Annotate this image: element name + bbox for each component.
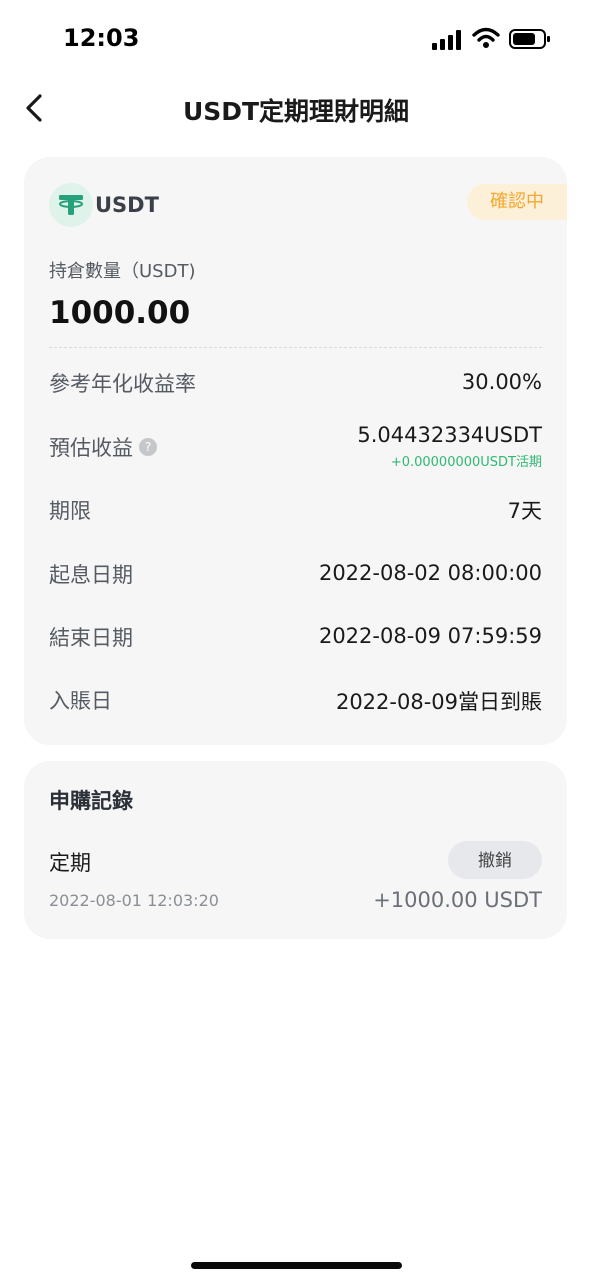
wifi-icon — [472, 27, 500, 48]
record-type: 定期 — [49, 851, 91, 875]
estimated-earnings-text: 預估收益 — [49, 436, 133, 460]
detail-card: USDT 確認中 持倉數量（USDT) 1000.00 參考年化收益率 30.0… — [24, 157, 567, 745]
cancel-button[interactable]: 撤銷 — [448, 841, 542, 879]
end-date-label: 結束日期 — [49, 626, 133, 650]
record-amount: +1000.00 USDT — [373, 888, 542, 912]
start-date-label: 起息日期 — [49, 563, 133, 587]
nav-bar: USDT定期理財明細 — [0, 80, 592, 136]
term-value: 7天 — [507, 499, 542, 523]
settlement-date-label: 入賬日 — [49, 689, 112, 713]
estimated-earnings-label: 預估收益? — [49, 432, 157, 462]
coin-name: USDT — [95, 193, 159, 217]
signal-icon — [432, 30, 461, 50]
holding-label: 持倉數量（USDT) — [49, 261, 196, 282]
status-badge: 確認中 — [467, 184, 567, 220]
status-bar: 12:03 — [0, 0, 592, 80]
annual-yield-label: 參考年化收益率 — [49, 372, 196, 396]
record-time: 2022-08-01 12:03:20 — [49, 891, 219, 910]
term-label: 期限 — [49, 499, 91, 523]
page-title: USDT定期理財明細 — [182, 97, 410, 126]
divider — [49, 347, 542, 348]
home-indicator — [191, 1262, 402, 1269]
annual-yield-value: 30.00% — [461, 370, 542, 394]
end-date-value: 2022-08-09 07:59:59 — [318, 624, 542, 648]
status-time: 12:03 — [63, 24, 140, 52]
subscription-record-card: 申購記錄 定期 撤銷 2022-08-01 12:03:20 +1000.00 … — [24, 761, 567, 939]
usdt-coin-icon — [49, 183, 93, 227]
settlement-date-value: 2022-08-09當日到賬 — [335, 690, 542, 714]
estimated-earnings-sub-value: +0.00000000USDT活期 — [390, 455, 542, 470]
start-date-value: 2022-08-02 08:00:00 — [318, 561, 542, 585]
estimated-earnings-value: 5.04432334USDT — [357, 423, 542, 447]
question-icon[interactable]: ? — [139, 438, 157, 456]
holding-value: 1000.00 — [49, 295, 191, 331]
battery-icon — [509, 29, 550, 49]
record-title: 申購記錄 — [49, 789, 133, 813]
